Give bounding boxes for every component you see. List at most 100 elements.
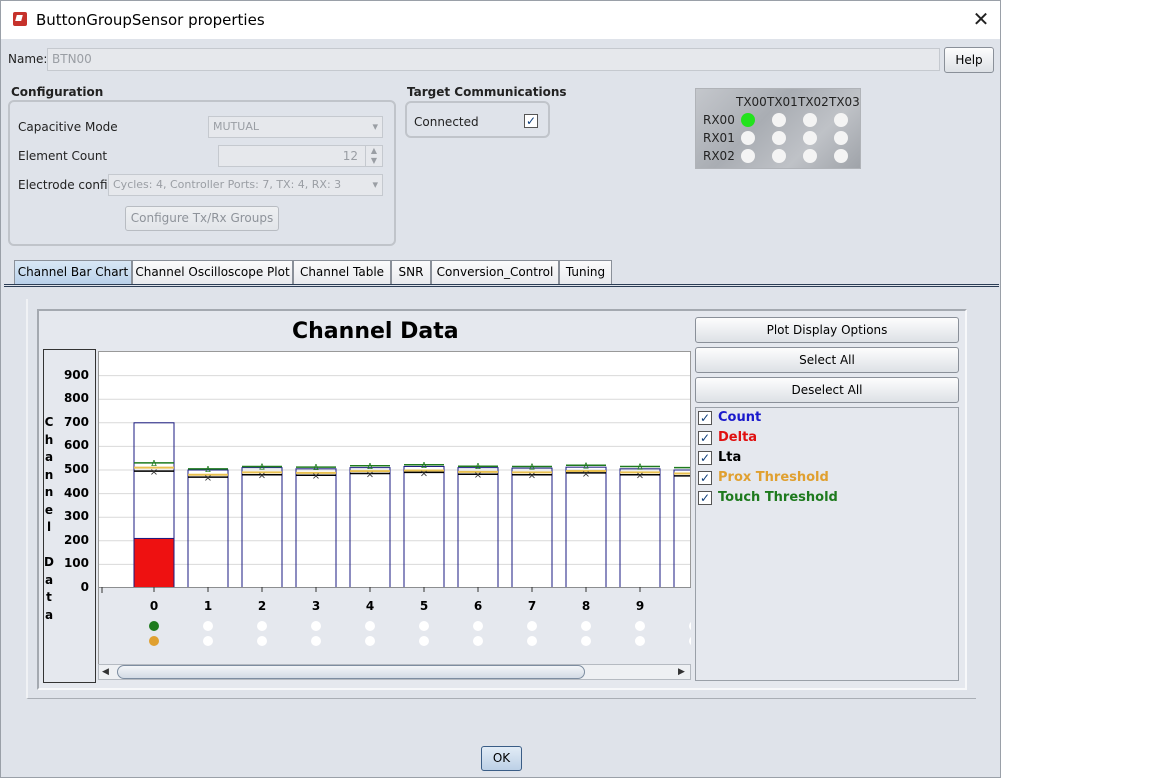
y-tick-label: 200 bbox=[63, 532, 89, 547]
lta-marker: × bbox=[366, 470, 374, 481]
select-all-button[interactable]: Select All bbox=[695, 347, 959, 373]
x-axis-svg: 0 1 2 3 4 5 6 7 8 9 1 bbox=[99, 587, 691, 646]
y-axis-label-char: D bbox=[44, 555, 54, 569]
tab-channel-oscilloscope-plot[interactable]: Channel Oscilloscope Plot bbox=[132, 260, 293, 284]
ok-button[interactable]: OK bbox=[481, 746, 522, 771]
count-bar bbox=[403, 465, 445, 587]
x-tick-label: 2 bbox=[258, 599, 266, 613]
lta-marker: × bbox=[420, 468, 428, 479]
touch-indicator-dot bbox=[257, 621, 267, 631]
chevron-down-icon: ▾ bbox=[372, 178, 378, 191]
lta-marker: × bbox=[204, 473, 212, 484]
legend-label-lta: Lta bbox=[718, 450, 742, 465]
count-bar bbox=[619, 468, 661, 587]
y-tick-label: 900 bbox=[63, 367, 89, 382]
capacitive-mode-select[interactable]: MUTUAL ▾ bbox=[208, 116, 383, 138]
legend-checkbox-count[interactable]: ✓ bbox=[698, 411, 712, 425]
prox-indicator-dot bbox=[257, 636, 267, 646]
rx-label-2: RX02 bbox=[703, 149, 735, 163]
element-count-stepper[interactable]: 12 ▲ ▼ bbox=[218, 145, 383, 167]
configuration-title: Configuration bbox=[11, 85, 104, 99]
led-rx01-tx00 bbox=[741, 131, 755, 145]
plot-area: ×Δ×Δ×Δ×Δ×Δ×Δ×Δ×Δ×Δ×Δ×Δ bbox=[98, 351, 691, 587]
name-label: Name: bbox=[8, 52, 48, 66]
touch-indicator-dot bbox=[203, 621, 213, 631]
led-rx00-tx03 bbox=[834, 113, 848, 127]
scroll-thumb[interactable] bbox=[117, 665, 585, 679]
legend-checkbox-prox-threshold[interactable]: ✓ bbox=[698, 471, 712, 485]
x-tick-label: 9 bbox=[636, 599, 644, 613]
tab-snr[interactable]: SNR bbox=[391, 260, 431, 284]
prox-indicator-dot bbox=[473, 636, 483, 646]
y-axis-label-char bbox=[44, 537, 54, 555]
electrode-config-select[interactable]: Cycles: 4, Controller Ports: 7, TX: 4, R… bbox=[108, 174, 383, 196]
txrx-matrix: TX00 TX01 TX02 TX03 RX00 RX01 RX02 bbox=[695, 88, 861, 169]
touch-indicator-dot bbox=[689, 622, 691, 630]
led-rx00-tx02 bbox=[803, 113, 817, 127]
scroll-right-icon[interactable]: ▶ bbox=[678, 665, 685, 679]
x-tick-label: 8 bbox=[582, 599, 590, 613]
touch-indicator-dot bbox=[635, 621, 645, 631]
count-bar bbox=[565, 466, 607, 587]
close-icon[interactable]: ✕ bbox=[969, 6, 993, 32]
y-axis-label-char: l bbox=[46, 520, 52, 534]
legend-checkbox-delta[interactable]: ✓ bbox=[698, 431, 712, 445]
legend-label-delta: Delta bbox=[718, 430, 758, 445]
chart-scrollbar[interactable]: ◀ ▶ bbox=[98, 664, 691, 680]
tx-header-1: TX01 bbox=[767, 95, 798, 109]
touch-indicator-dot bbox=[527, 621, 537, 631]
scroll-left-icon[interactable]: ◀ bbox=[102, 665, 109, 679]
plot-display-options-button[interactable]: Plot Display Options bbox=[695, 317, 959, 343]
legend-label-prox-threshold: Prox Threshold bbox=[718, 470, 829, 485]
configure-txrx-button[interactable]: Configure Tx/Rx Groups bbox=[125, 206, 279, 231]
chart-title: Channel Data bbox=[292, 319, 459, 344]
x-tick-label: 6 bbox=[474, 599, 482, 613]
y-tick-label: 300 bbox=[63, 509, 89, 524]
lta-marker: × bbox=[474, 470, 482, 481]
y-tick-label: 500 bbox=[63, 462, 89, 476]
x-tick-label: 0 bbox=[150, 599, 158, 613]
element-count-label: Element Count bbox=[18, 149, 108, 163]
tx-header-0: TX00 bbox=[736, 95, 767, 109]
lta-marker: × bbox=[258, 471, 266, 482]
touch-marker: Δ bbox=[475, 462, 481, 471]
led-rx00-tx00 bbox=[741, 113, 755, 127]
bar-chart-svg: ×Δ×Δ×Δ×Δ×Δ×Δ×Δ×Δ×Δ×Δ×Δ bbox=[99, 375, 691, 587]
tx-header-3: TX03 bbox=[829, 95, 860, 109]
spinner-arrows-icon[interactable]: ▲ ▼ bbox=[365, 146, 382, 166]
legend-checkbox-touch-threshold[interactable]: ✓ bbox=[698, 491, 712, 505]
y-tick-label: 800 bbox=[63, 391, 89, 406]
name-field[interactable]: BTN00 bbox=[47, 48, 940, 71]
deselect-all-button[interactable]: Deselect All bbox=[695, 377, 959, 403]
touch-indicator-dot bbox=[419, 621, 429, 631]
prox-indicator-dot bbox=[149, 636, 159, 646]
tab-conversion-control[interactable]: Conversion_Control bbox=[431, 260, 559, 284]
touch-indicator-dot bbox=[365, 621, 375, 631]
touch-indicator-dot bbox=[311, 621, 321, 631]
help-button[interactable]: Help bbox=[944, 47, 994, 73]
lta-marker: × bbox=[690, 472, 691, 483]
tab-channel-bar-chart[interactable]: Channel Bar Chart bbox=[14, 260, 132, 284]
chevron-down-icon: ▾ bbox=[372, 120, 378, 133]
y-axis-ticks: 900 800 700 600 500 400 300 200 100 0 bbox=[56, 350, 89, 684]
target-comm-title: Target Communications bbox=[407, 85, 567, 99]
prox-indicator-dot bbox=[635, 636, 645, 646]
legend-checkbox-lta[interactable]: ✓ bbox=[698, 451, 712, 465]
connected-label: Connected bbox=[414, 115, 479, 129]
legend-panel bbox=[695, 407, 959, 681]
legend-label-touch-threshold: Touch Threshold bbox=[718, 490, 838, 505]
tab-divider bbox=[4, 284, 999, 287]
count-bar bbox=[349, 467, 391, 587]
tab-channel-table[interactable]: Channel Table bbox=[293, 260, 391, 284]
element-count-value: 12 bbox=[342, 149, 358, 163]
touch-indicator-dot bbox=[581, 621, 591, 631]
prox-indicator-dot bbox=[689, 637, 691, 645]
capacitive-mode-value: MUTUAL bbox=[213, 120, 259, 133]
tab-tuning[interactable]: Tuning bbox=[559, 260, 612, 284]
y-axis-label-char: a bbox=[44, 450, 54, 464]
connected-checkbox[interactable]: ✓ bbox=[524, 114, 538, 128]
prox-indicator-dot bbox=[581, 636, 591, 646]
x-tick-label: 5 bbox=[420, 599, 428, 613]
lta-marker: × bbox=[636, 471, 644, 482]
y-tick-label: 100 bbox=[63, 556, 89, 571]
